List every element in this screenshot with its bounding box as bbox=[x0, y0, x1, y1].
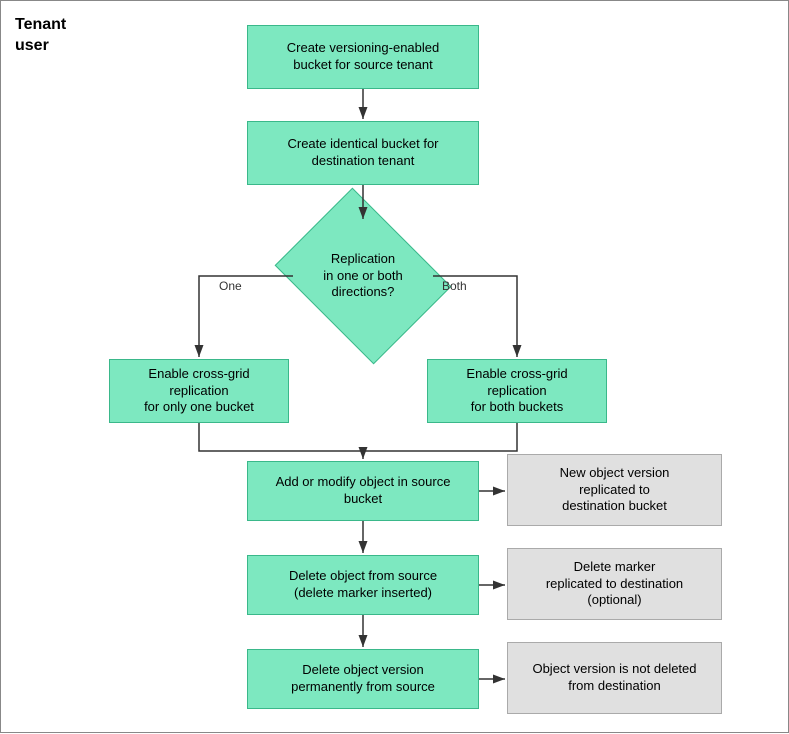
box-add-modify: Add or modify object in source bucket bbox=[247, 461, 479, 521]
diamond-label: Replication in one or both directions? bbox=[293, 221, 433, 331]
side-box-delete-marker: Delete marker replicated to destination … bbox=[507, 548, 722, 620]
box-create-versioning: Create versioning-enabled bucket for sou… bbox=[247, 25, 479, 89]
box-create-identical: Create identical bucket for destination … bbox=[247, 121, 479, 185]
box-delete-version: Delete object version permanently from s… bbox=[247, 649, 479, 709]
diagram-container: Tenant user Create versioning-enabled bu… bbox=[0, 0, 789, 733]
side-box-new-version: New object version replicated to destina… bbox=[507, 454, 722, 526]
diagram-title: Tenant user bbox=[15, 15, 66, 57]
box-enable-one: Enable cross-grid replication for only o… bbox=[109, 359, 289, 423]
box-enable-both: Enable cross-grid replication for both b… bbox=[427, 359, 607, 423]
one-label: One bbox=[219, 279, 242, 293]
side-box-not-deleted: Object version is not deleted from desti… bbox=[507, 642, 722, 714]
box-delete-object: Delete object from source (delete marker… bbox=[247, 555, 479, 615]
diamond-replication-direction: Replication in one or both directions? bbox=[293, 221, 433, 331]
both-label: Both bbox=[442, 279, 467, 293]
